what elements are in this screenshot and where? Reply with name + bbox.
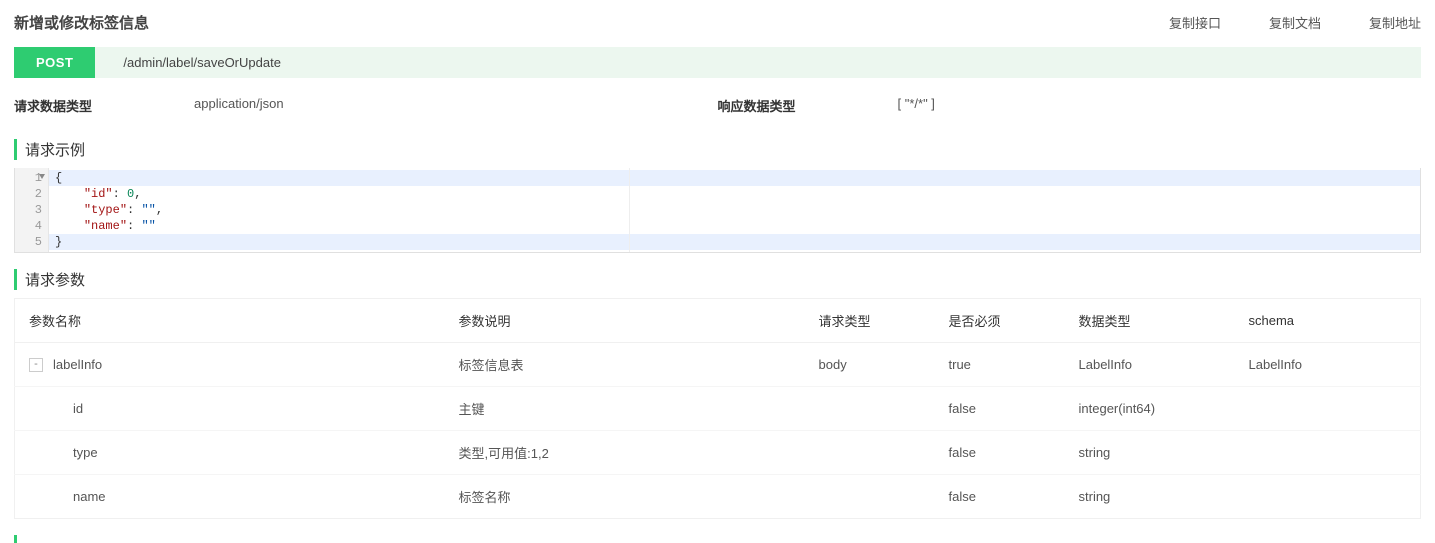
- request-type-label: 请求数据类型: [14, 96, 194, 115]
- col-header-reqtype: 请求类型: [805, 299, 935, 343]
- request-type-group: 请求数据类型 application/json: [14, 96, 718, 115]
- param-name: labelInfo: [53, 357, 102, 372]
- page-title: 新增或修改标签信息: [14, 12, 1169, 33]
- expand-toggle[interactable]: -: [29, 358, 43, 372]
- param-desc-cell: 类型,可用值:1,2: [445, 431, 805, 475]
- gutter-line: 2: [19, 186, 42, 202]
- param-schema-cell: [1235, 387, 1421, 431]
- param-reqtype-cell: [805, 431, 935, 475]
- copy-url-link[interactable]: 复制地址: [1369, 13, 1421, 32]
- code-line: }: [49, 234, 1420, 250]
- col-header-schema: schema: [1235, 299, 1421, 343]
- param-datatype-cell: LabelInfo: [1065, 343, 1235, 387]
- table-row: name 标签名称 falsestring: [15, 475, 1421, 519]
- gutter-line: 4: [19, 218, 42, 234]
- param-required-cell: false: [935, 475, 1065, 519]
- param-name-cell: type: [15, 431, 445, 475]
- endpoint-bar: POST /admin/label/saveOrUpdate: [14, 47, 1421, 78]
- gutter-line: 5: [19, 234, 42, 250]
- param-reqtype-cell: [805, 475, 935, 519]
- gutter-line: 3: [19, 202, 42, 218]
- header-actions: 复制接口 复制文档 复制地址: [1169, 13, 1421, 32]
- param-name: id: [73, 401, 83, 416]
- endpoint-path: /admin/label/saveOrUpdate: [95, 55, 281, 70]
- col-header-datatype: 数据类型: [1065, 299, 1235, 343]
- param-schema-cell: LabelInfo: [1235, 343, 1421, 387]
- code-line: {: [49, 170, 1420, 186]
- col-header-desc: 参数说明: [445, 299, 805, 343]
- request-params-title: 请求参数: [14, 269, 1421, 290]
- gutter-line: 1: [19, 170, 42, 186]
- param-reqtype-cell: body: [805, 343, 935, 387]
- http-method-badge: POST: [14, 47, 95, 78]
- request-example-title: 请求示例: [14, 139, 1421, 160]
- param-desc-cell: 标签信息表: [445, 343, 805, 387]
- page-header: 新增或修改标签信息 复制接口 复制文档 复制地址: [0, 0, 1435, 47]
- response-type-label: 响应数据类型: [718, 96, 898, 115]
- code-body[interactable]: { "id": 0, "type": "", "name": "" }: [49, 168, 1420, 252]
- code-line: "id": 0,: [49, 186, 1420, 202]
- request-params-section: 请求参数 参数名称 参数说明 请求类型 是否必须 数据类型 schema -la…: [14, 269, 1421, 519]
- col-header-name: 参数名称: [15, 299, 445, 343]
- code-line: "name": "": [49, 218, 1420, 234]
- param-name-cell: -labelInfo: [15, 343, 445, 387]
- table-row: -labelInfo标签信息表bodytrueLabelInfoLabelInf…: [15, 343, 1421, 387]
- fold-icon[interactable]: [39, 174, 45, 179]
- param-datatype-cell: string: [1065, 431, 1235, 475]
- param-schema-cell: [1235, 475, 1421, 519]
- param-name: type: [73, 445, 98, 460]
- params-header-row: 参数名称 参数说明 请求类型 是否必须 数据类型 schema: [15, 299, 1421, 343]
- param-datatype-cell: integer(int64): [1065, 387, 1235, 431]
- table-row: id 主键 falseinteger(int64): [15, 387, 1421, 431]
- request-example-section: 请求示例 1 2 3 4 5 { "id": 0, "type": "", "n…: [14, 139, 1421, 253]
- response-type-group: 响应数据类型 [ "*/*" ]: [718, 96, 1422, 115]
- params-table: 参数名称 参数说明 请求类型 是否必须 数据类型 schema -labelIn…: [14, 298, 1421, 519]
- param-name: name: [73, 489, 106, 504]
- param-required-cell: false: [935, 387, 1065, 431]
- request-type-value: application/json: [194, 96, 284, 115]
- param-name-cell: id: [15, 387, 445, 431]
- meta-row: 请求数据类型 application/json 响应数据类型 [ "*/*" ]: [0, 96, 1435, 139]
- code-gutter: 1 2 3 4 5: [15, 168, 49, 252]
- col-header-required: 是否必须: [935, 299, 1065, 343]
- response-type-value: [ "*/*" ]: [898, 96, 935, 115]
- param-desc-cell: 标签名称: [445, 475, 805, 519]
- param-datatype-cell: string: [1065, 475, 1235, 519]
- param-name-cell: name: [15, 475, 445, 519]
- param-required-cell: true: [935, 343, 1065, 387]
- copy-doc-link[interactable]: 复制文档: [1269, 13, 1321, 32]
- next-section-title: [14, 535, 1421, 543]
- copy-api-link[interactable]: 复制接口: [1169, 13, 1221, 32]
- param-desc-cell: 主键: [445, 387, 805, 431]
- table-row: type 类型,可用值:1,2 falsestring: [15, 431, 1421, 475]
- code-editor[interactable]: 1 2 3 4 5 { "id": 0, "type": "", "name":…: [14, 168, 1421, 253]
- param-schema-cell: [1235, 431, 1421, 475]
- code-line: "type": "",: [49, 202, 1420, 218]
- param-required-cell: false: [935, 431, 1065, 475]
- param-reqtype-cell: [805, 387, 935, 431]
